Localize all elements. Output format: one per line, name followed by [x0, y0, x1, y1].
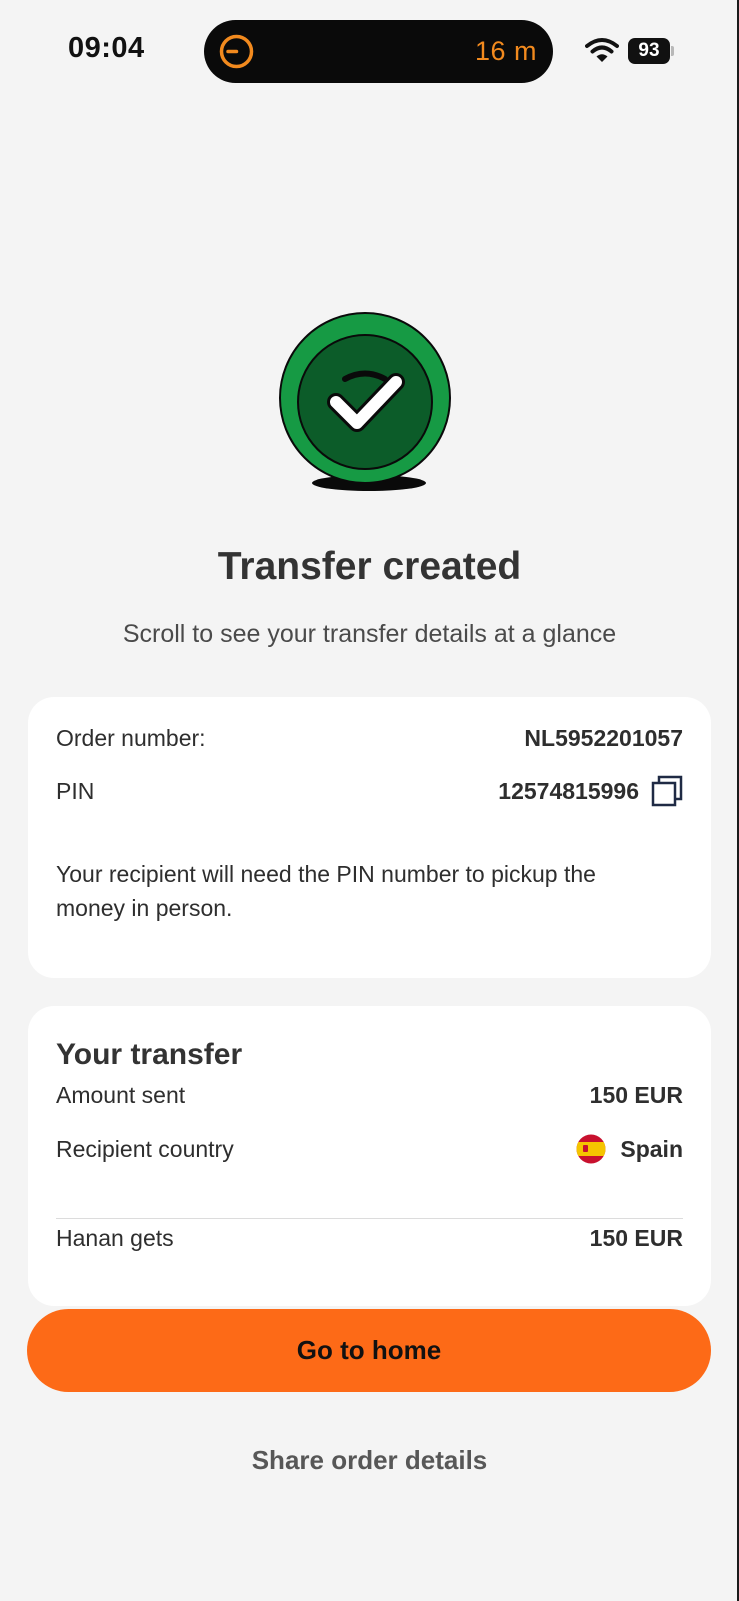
transfer-summary-card: Your transfer Amount sent 150 EUR Recipi… [28, 1006, 711, 1306]
go-to-home-button[interactable]: Go to home [27, 1309, 711, 1392]
recipient-gets-row: Hanan gets 150 EUR [56, 1225, 683, 1252]
battery-tip [671, 46, 674, 56]
pin-value-group: 12574815996 [498, 775, 683, 807]
amount-sent-row: Amount sent 150 EUR [56, 1082, 683, 1109]
recipient-gets-label: Hanan gets [56, 1225, 174, 1251]
recipient-gets-value: 150 EUR [589, 1225, 683, 1251]
spain-flag-icon [576, 1134, 606, 1164]
transfer-created-screen: 09:04 16 m 93 Transfer created Scroll to… [0, 0, 739, 1601]
recipient-country-label: Recipient country [56, 1135, 234, 1162]
timer-icon [219, 34, 254, 69]
amount-sent-label: Amount sent [56, 1082, 186, 1108]
recipient-country-row: Recipient country Spain [56, 1134, 683, 1164]
amount-sent-value: 150 EUR [589, 1082, 683, 1108]
page-title: Transfer created [217, 545, 522, 588]
status-time: 09:04 [68, 32, 145, 64]
wifi-icon [585, 38, 619, 62]
pin-value: 12574815996 [498, 777, 639, 804]
island-timer-text: 16 m [474, 36, 537, 66]
recipient-country-value: Spain [620, 1135, 683, 1162]
copy-icon[interactable] [651, 775, 683, 807]
battery-icon: 93 [628, 38, 674, 64]
order-number-value: NL5952201057 [524, 725, 683, 751]
transfer-heading: Your transfer [56, 1038, 243, 1071]
order-number-row: Order number: NL5952201057 [56, 725, 683, 752]
page-subtitle: Scroll to see your transfer details at a… [122, 620, 617, 648]
pin-note: Your recipient will need the PIN number … [56, 861, 596, 921]
battery-level: 93 [628, 38, 670, 64]
dynamic-island[interactable]: 16 m [204, 20, 553, 83]
share-order-details-link[interactable]: Share order details [0, 1445, 739, 1476]
pin-row: PIN 12574815996 [56, 775, 683, 807]
pin-label: PIN [56, 777, 95, 804]
order-details-card: Order number: NL5952201057 PIN 125748159… [28, 697, 711, 978]
order-number-label: Order number: [56, 725, 206, 751]
checkmark-icon [279, 312, 451, 491]
card-divider [56, 1218, 683, 1219]
recipient-country-group: Spain [576, 1134, 683, 1164]
